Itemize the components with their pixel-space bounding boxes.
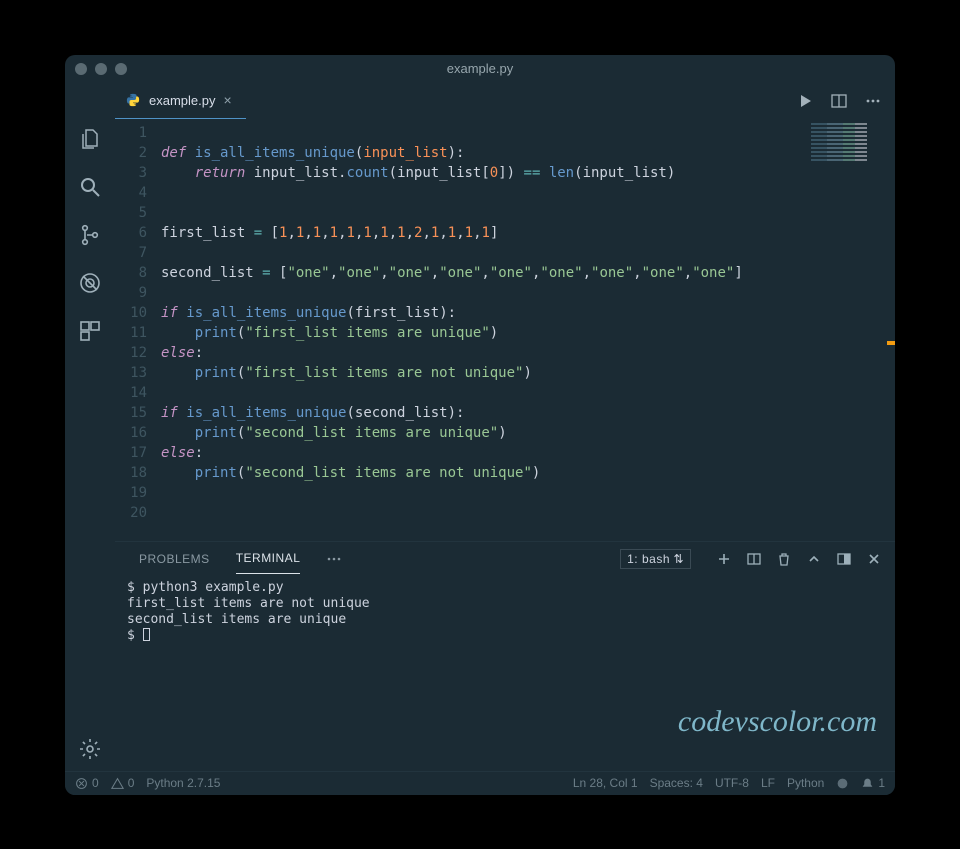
search-icon[interactable]: [76, 173, 104, 201]
main-area: 1234567891011121314151617181920 def is_a…: [115, 119, 895, 771]
tab-terminal[interactable]: TERMINAL: [236, 543, 301, 574]
extensions-icon[interactable]: [76, 317, 104, 345]
status-feedback-icon[interactable]: [836, 777, 849, 790]
split-editor-icon[interactable]: [831, 93, 847, 109]
status-notifications[interactable]: 1: [861, 776, 885, 790]
status-warnings[interactable]: 0: [111, 776, 135, 790]
activity-bar: [65, 119, 115, 771]
kill-terminal-icon[interactable]: [777, 552, 791, 566]
tab-problems[interactable]: PROBLEMS: [139, 544, 210, 574]
close-panel-icon[interactable]: [867, 552, 881, 566]
close-tab-icon[interactable]: ×: [223, 92, 231, 108]
tab-bar: example.py ×: [65, 83, 895, 119]
close-window-icon[interactable]: [75, 63, 87, 75]
minimize-window-icon[interactable]: [95, 63, 107, 75]
status-eol[interactable]: LF: [761, 776, 775, 790]
tab-example-py[interactable]: example.py ×: [115, 83, 246, 119]
app-window: example.py example.py ×: [65, 55, 895, 795]
files-icon[interactable]: [76, 125, 104, 153]
status-errors[interactable]: 0: [75, 776, 99, 790]
maximize-panel-icon[interactable]: [837, 552, 851, 566]
status-cursor-position[interactable]: Ln 28, Col 1: [573, 776, 638, 790]
terminal-output[interactable]: $ python3 example.py first_list items ar…: [115, 576, 895, 771]
python-icon: [125, 92, 141, 108]
line-number-gutter: 1234567891011121314151617181920: [115, 123, 161, 541]
maximize-window-icon[interactable]: [115, 63, 127, 75]
tab-label: example.py: [149, 93, 215, 108]
panel-tabs: PROBLEMS TERMINAL 1: bash ⇅: [115, 542, 895, 576]
panel-actions: [717, 552, 881, 566]
window-controls: [75, 63, 127, 75]
terminal-selector[interactable]: 1: bash ⇅: [620, 549, 691, 569]
editor-actions: [797, 83, 895, 119]
code-content[interactable]: def is_all_items_unique(input_list): ret…: [161, 123, 895, 541]
editor[interactable]: 1234567891011121314151617181920 def is_a…: [115, 119, 895, 541]
split-terminal-icon[interactable]: [747, 552, 761, 566]
panel: PROBLEMS TERMINAL 1: bash ⇅: [115, 541, 895, 771]
overview-ruler-marker: [887, 341, 895, 345]
new-terminal-icon[interactable]: [717, 552, 731, 566]
git-icon[interactable]: [76, 221, 104, 249]
status-encoding[interactable]: UTF-8: [715, 776, 749, 790]
more-icon[interactable]: [865, 93, 881, 109]
chevron-updown-icon: ⇅: [673, 552, 684, 566]
status-python-version[interactable]: Python 2.7.15: [146, 776, 220, 790]
status-bar: 0 0 Python 2.7.15 Ln 28, Col 1 Spaces: 4…: [65, 771, 895, 795]
run-icon[interactable]: [797, 93, 813, 109]
status-spaces[interactable]: Spaces: 4: [650, 776, 703, 790]
status-language[interactable]: Python: [787, 776, 824, 790]
titlebar: example.py: [65, 55, 895, 83]
chevron-up-icon[interactable]: [807, 552, 821, 566]
panel-more-icon[interactable]: [326, 551, 342, 567]
debug-icon[interactable]: [76, 269, 104, 297]
window-title: example.py: [65, 61, 895, 76]
settings-icon[interactable]: [76, 735, 104, 763]
